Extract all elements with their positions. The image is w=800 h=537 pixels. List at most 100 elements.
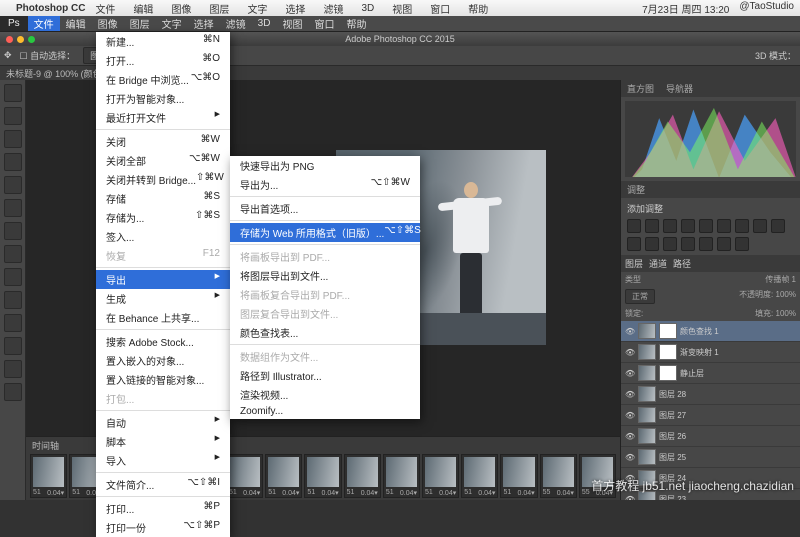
menu-item[interactable]: 将画板导出到 PDF... (230, 247, 420, 266)
menu-item[interactable]: 颜色查找表... (230, 323, 420, 342)
blend-mode[interactable]: 正常 (625, 289, 655, 304)
layer-row[interactable]: 👁 图层 27 (621, 405, 800, 426)
menu-item[interactable]: 关闭全部⌥⌘W (96, 151, 230, 170)
app-menu-item[interactable]: 窗口 (308, 16, 340, 31)
menu-item[interactable]: 打开为智能对象... (96, 89, 230, 108)
mac-menu-item[interactable]: 文字 (247, 1, 267, 16)
app-menu-item[interactable]: 图层 (124, 16, 156, 31)
mac-menu-item[interactable]: 窗口 (430, 1, 450, 16)
app-menu-item[interactable]: 帮助 (340, 16, 372, 31)
timeline-frame[interactable]: 510.04▾ (383, 454, 420, 498)
menu-item[interactable]: 打开...⌘O (96, 51, 230, 70)
tool-icon[interactable] (4, 245, 22, 263)
adjustments-panel[interactable]: 添加调整 (621, 198, 800, 255)
visibility-icon[interactable]: 👁 (625, 453, 635, 462)
opacity-value[interactable]: 100% (776, 290, 796, 299)
menu-item[interactable]: 新建...⌘N (96, 32, 230, 51)
app-menu-item[interactable]: 滤镜 (220, 16, 252, 31)
panel-tabs-top[interactable]: 直方图 导航器 (621, 80, 800, 97)
menu-item[interactable]: 关闭并转到 Bridge...⇧⌘W (96, 170, 230, 189)
traffic-lights[interactable] (6, 36, 35, 43)
timeline-frame[interactable]: 510.04▾ (304, 454, 341, 498)
menu-item[interactable]: 存储为...⇧⌘S (96, 208, 230, 227)
layer-name[interactable]: 图层 28 (659, 389, 686, 400)
adjust-icon[interactable] (663, 219, 677, 233)
app-menu-item[interactable]: 编辑 (60, 16, 92, 31)
menu-item[interactable]: 在 Behance 上共享... (96, 308, 230, 327)
adjust-icon[interactable] (663, 237, 677, 251)
tool-icon[interactable] (4, 176, 22, 194)
menu-item[interactable]: 文件简介...⌥⇧⌘I (96, 475, 230, 494)
menu-item[interactable]: 存储为 Web 所用格式（旧版）...⌥⇧⌘S (230, 223, 420, 242)
layer-thumb[interactable] (638, 449, 656, 465)
menu-item[interactable]: 数据组作为文件... (230, 347, 420, 366)
adjust-icon[interactable] (699, 219, 713, 233)
file-menu-dropdown[interactable]: 新建...⌘N打开...⌘O在 Bridge 中浏览...⌥⌘O打开为智能对象.… (96, 32, 230, 537)
zoom-icon[interactable] (28, 36, 35, 43)
layer-name[interactable]: 颜色查找 1 (680, 326, 719, 337)
menu-item[interactable]: 脚本 (96, 432, 230, 451)
close-icon[interactable] (6, 36, 13, 43)
app-menu-item[interactable]: 3D (252, 16, 277, 31)
mac-menu-item[interactable]: 图层 (209, 1, 229, 16)
tool-icon[interactable] (4, 314, 22, 332)
auto-select-check[interactable]: ☐ 自动选择： (20, 49, 76, 62)
tab-histogram[interactable]: 直方图 (621, 80, 660, 97)
mask-thumb[interactable] (659, 323, 677, 339)
layer-name[interactable]: 图层 23 (659, 494, 686, 501)
layer-thumb[interactable] (638, 323, 656, 339)
mac-menu-item[interactable]: 帮助 (468, 1, 488, 16)
tool-icon[interactable] (4, 268, 22, 286)
tab-paths[interactable]: 路径 (673, 257, 691, 270)
menu-item[interactable]: 搜索 Adobe Stock... (96, 332, 230, 351)
tool-icon[interactable] (4, 383, 22, 401)
tool-icon[interactable] (4, 291, 22, 309)
tab-adjust[interactable]: 调整 (621, 181, 651, 198)
menu-item[interactable]: 关闭⌘W (96, 132, 230, 151)
tab-layers[interactable]: 图层 (625, 257, 643, 270)
menu-item[interactable]: 导出首选项... (230, 199, 420, 218)
layer-row[interactable]: 👁 颜色查找 1 (621, 321, 800, 342)
export-submenu-dropdown[interactable]: 快速导出为 PNG导出为...⌥⇧⌘W导出首选项...存储为 Web 所用格式（… (230, 156, 420, 419)
menu-item[interactable]: 导出为...⌥⇧⌘W (230, 175, 420, 194)
tool-icon[interactable] (4, 153, 22, 171)
layer-thumb[interactable] (638, 365, 656, 381)
tool-icon[interactable] (4, 107, 22, 125)
timeline-frame[interactable]: 510.04▾ (500, 454, 537, 498)
menu-item[interactable]: 自动 (96, 413, 230, 432)
menu-item[interactable]: 置入嵌入的对象... (96, 351, 230, 370)
mac-menu-item[interactable]: 视图 (392, 1, 412, 16)
timeline-frame[interactable]: 510.04▾ (30, 454, 67, 498)
menu-item[interactable]: 打印一份⌥⇧⌘P (96, 518, 230, 537)
menu-item[interactable]: 最近打开文件 (96, 108, 230, 127)
visibility-icon[interactable]: 👁 (625, 390, 635, 399)
mac-menu-item[interactable]: 滤镜 (323, 1, 343, 16)
adjust-icon[interactable] (645, 237, 659, 251)
menu-item[interactable]: 导入 (96, 451, 230, 470)
app-menu-item[interactable]: 文件 (28, 16, 60, 31)
move-tool-icon[interactable]: ✥ (4, 50, 12, 61)
menu-item[interactable]: 打包... (96, 389, 230, 408)
menu-item[interactable]: 打印...⌘P (96, 499, 230, 518)
tool-icon[interactable] (4, 222, 22, 240)
layer-row[interactable]: 👁 渐变映射 1 (621, 342, 800, 363)
adjust-icon[interactable] (627, 237, 641, 251)
timeline-frame[interactable]: 510.04▾ (422, 454, 459, 498)
layer-name[interactable]: 图层 27 (659, 410, 686, 421)
adjust-icon[interactable] (699, 237, 713, 251)
timeline-frame[interactable]: 510.04▾ (226, 454, 263, 498)
mask-thumb[interactable] (659, 365, 677, 381)
adjust-icon[interactable] (645, 219, 659, 233)
timeline-frame[interactable]: 510.04▾ (461, 454, 498, 498)
user[interactable]: @TaoStudio (739, 1, 794, 16)
visibility-icon[interactable]: 👁 (625, 348, 635, 357)
layer-name[interactable]: 图层 25 (659, 452, 686, 463)
menu-item[interactable]: 置入链接的智能对象... (96, 370, 230, 389)
menu-item[interactable]: 渲染视频... (230, 385, 420, 404)
visibility-icon[interactable]: 👁 (625, 369, 635, 378)
app-menu-item[interactable]: 图像 (92, 16, 124, 31)
adjust-icon[interactable] (735, 219, 749, 233)
menu-item[interactable]: 将图层导出到文件... (230, 266, 420, 285)
visibility-icon[interactable]: 👁 (625, 495, 635, 501)
layer-row[interactable]: 👁 图层 25 (621, 447, 800, 468)
